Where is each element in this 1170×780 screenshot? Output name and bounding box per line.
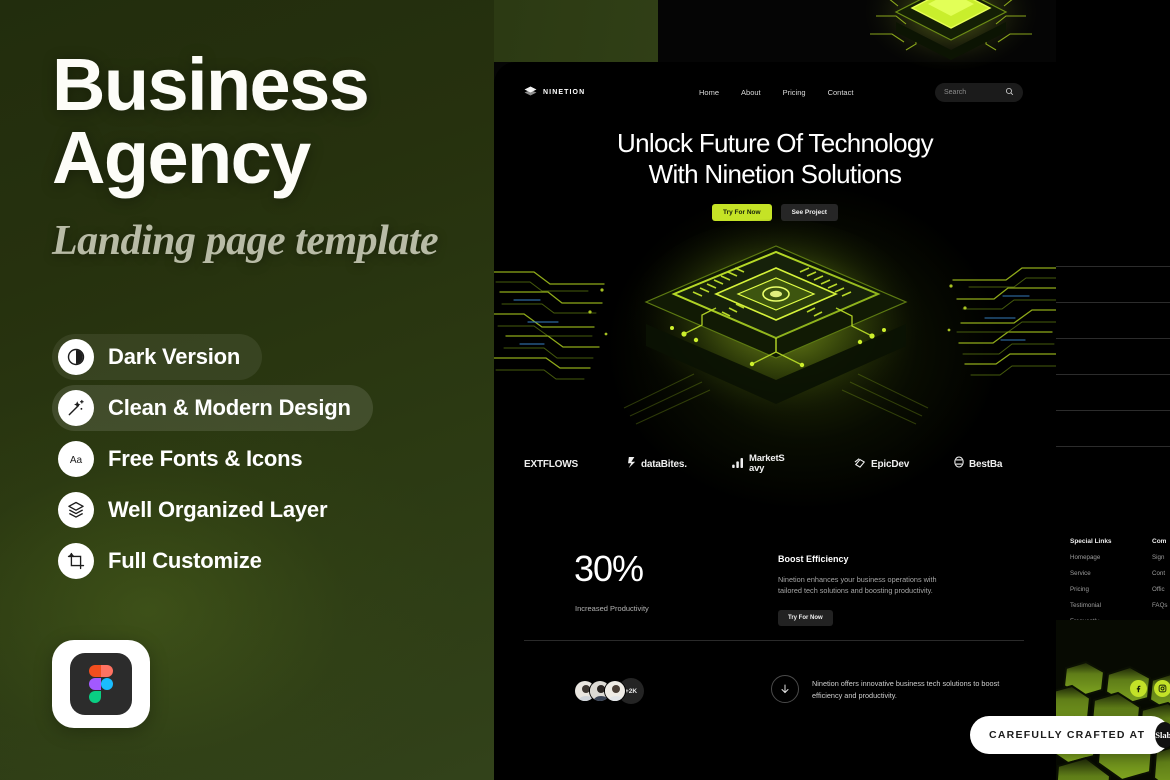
footer-link[interactable]: Offic	[1152, 586, 1167, 593]
faq-divider	[1056, 266, 1170, 267]
instagram-icon[interactable]	[1154, 680, 1170, 697]
magic-wand-icon	[58, 390, 94, 426]
nav-link-about[interactable]: About	[741, 88, 761, 97]
figma-badge	[52, 640, 150, 728]
facebook-icon[interactable]	[1130, 680, 1147, 697]
feature-label: Free Fonts & Icons	[108, 446, 303, 471]
feature-label: Well Organized Layer	[108, 497, 328, 522]
mockup-nav-links: Home About Pricing Contact	[699, 88, 853, 97]
headline-line-2: With Ninetion Solutions	[648, 159, 902, 190]
footer-heading: Special Links	[1070, 538, 1112, 545]
feature-item-full-customize[interactable]: Full Customize	[52, 538, 284, 584]
feature-item-free-fonts-icons[interactable]: Aa Free Fonts & Icons	[52, 436, 324, 482]
footer-link[interactable]: Sign	[1152, 554, 1167, 561]
search-icon	[1005, 83, 1014, 101]
faq-divider	[1056, 410, 1170, 411]
faq-divider	[1056, 302, 1170, 303]
brand-label-line2: avy	[749, 463, 765, 474]
brand-label: EXTFLOWS	[524, 458, 578, 470]
brand-logo-databites: dataBites.	[628, 455, 687, 473]
brand-logo-marketsavy: MarketS avy	[732, 454, 785, 474]
arrow-down-icon[interactable]	[771, 675, 799, 703]
databites-mark-icon	[628, 455, 636, 473]
faq-divider	[1056, 338, 1170, 339]
brand-label: BestBa	[969, 458, 1003, 470]
footer-column-company: Com Sign Cont Offic FAQs	[1152, 538, 1167, 618]
feature-item-dark-version[interactable]: Dark Version	[52, 334, 263, 380]
brand-label: MarketS avy	[749, 454, 785, 474]
feature-item-clean-modern-design[interactable]: Clean & Modern Design	[52, 385, 373, 431]
brand-label: dataBites.	[641, 458, 687, 470]
right-column: Special Links Homepage Service Pricing T…	[1056, 0, 1170, 780]
slab-badge: Slab!	[1155, 722, 1170, 748]
faq-divider-list	[1056, 266, 1170, 482]
hexagon-pattern	[1056, 620, 1170, 780]
brand-logo-bestbank: BestBa	[954, 455, 1002, 473]
mockup-navbar: NINETION Home About Pricing Contact Sear…	[494, 70, 1056, 114]
brand-name: NINETION	[543, 88, 586, 96]
nav-link-contact[interactable]: Contact	[828, 88, 854, 97]
faq-divider	[1056, 446, 1170, 447]
typography-icon: Aa	[58, 441, 94, 477]
faq-divider	[1056, 374, 1170, 375]
feature-item-well-organized-layer[interactable]: Well Organized Layer	[52, 487, 349, 533]
social-icons	[1130, 680, 1170, 697]
epicdev-mark-icon	[854, 455, 866, 473]
stat-number: 30%	[574, 548, 644, 589]
social-proof-text: Ninetion offers innovative business tech…	[812, 679, 1000, 700]
feature-list: Dark Version Clean & Modern Design Aa Fr…	[52, 334, 373, 589]
mockup-brand[interactable]: NINETION	[524, 83, 585, 101]
page-subtitle: Landing page template	[52, 217, 439, 264]
crafted-text: CAREFULLY CRAFTED AT	[989, 729, 1146, 741]
search-input[interactable]: Search	[935, 82, 1023, 102]
title-line-1: Business	[52, 43, 370, 126]
bestbank-mark-icon	[954, 455, 964, 473]
crop-icon	[58, 543, 94, 579]
avatar	[604, 680, 626, 702]
title-line-2: Agency	[52, 116, 311, 200]
footer-link[interactable]: FAQs	[1152, 602, 1167, 609]
footer-link[interactable]: Pricing	[1070, 586, 1112, 593]
mockup-hero: Unlock Future Of Technology With Ninetio…	[494, 128, 1056, 222]
footer-link[interactable]: Cont	[1152, 570, 1167, 577]
left-content: Business Agency Landing page template	[52, 48, 472, 265]
ninetion-logo-icon	[524, 83, 537, 101]
headline-line-1: Unlock Future Of Technology	[617, 128, 934, 158]
footer-heading: Com	[1152, 538, 1167, 545]
svg-text:Aa: Aa	[70, 455, 83, 466]
footer-link[interactable]: Testimonial	[1070, 602, 1112, 609]
section-divider	[524, 640, 1024, 641]
feature-label: Dark Version	[108, 344, 241, 369]
footer-link[interactable]: Homepage	[1070, 554, 1112, 561]
stat-caption: Increased Productivity	[575, 604, 649, 613]
brand-logo-strip: EXTFLOWS dataBites. MarketS avy EpicDev …	[494, 444, 1056, 484]
avatar-group: +2K	[574, 678, 644, 704]
feature-label: Full Customize	[108, 548, 262, 573]
brand-label: EpicDev	[871, 458, 910, 470]
search-placeholder: Search	[944, 88, 967, 96]
stat-paragraph: Ninetion enhances your business operatio…	[778, 575, 937, 596]
stat-heading: Boost Efficiency	[778, 554, 849, 564]
brand-logo-nextflows: EXTFLOWS	[524, 459, 578, 470]
stat-try-for-now-button[interactable]: Try For Now	[778, 610, 833, 626]
page-title: Business Agency	[52, 48, 472, 195]
top-chip-graphic	[866, 0, 1036, 70]
nav-link-home[interactable]: Home	[699, 88, 719, 97]
feature-label: Clean & Modern Design	[108, 395, 351, 420]
contrast-icon	[58, 339, 94, 375]
bar-chart-icon	[732, 455, 744, 473]
poster-canvas: Business Agency Landing page template Da…	[0, 0, 1170, 780]
footer-link[interactable]: Service	[1070, 570, 1112, 577]
nav-link-pricing[interactable]: Pricing	[783, 88, 806, 97]
chip-illustration	[606, 212, 946, 462]
website-mockup: NINETION Home About Pricing Contact Sear…	[494, 62, 1056, 780]
brand-logo-epicdev: EpicDev	[854, 455, 909, 473]
layers-icon	[58, 492, 94, 528]
crafted-badge: CAREFULLY CRAFTED AT Slab!	[970, 716, 1170, 754]
figma-logo-icon	[70, 653, 132, 715]
hero-headline: Unlock Future Of Technology With Ninetio…	[494, 128, 1056, 190]
